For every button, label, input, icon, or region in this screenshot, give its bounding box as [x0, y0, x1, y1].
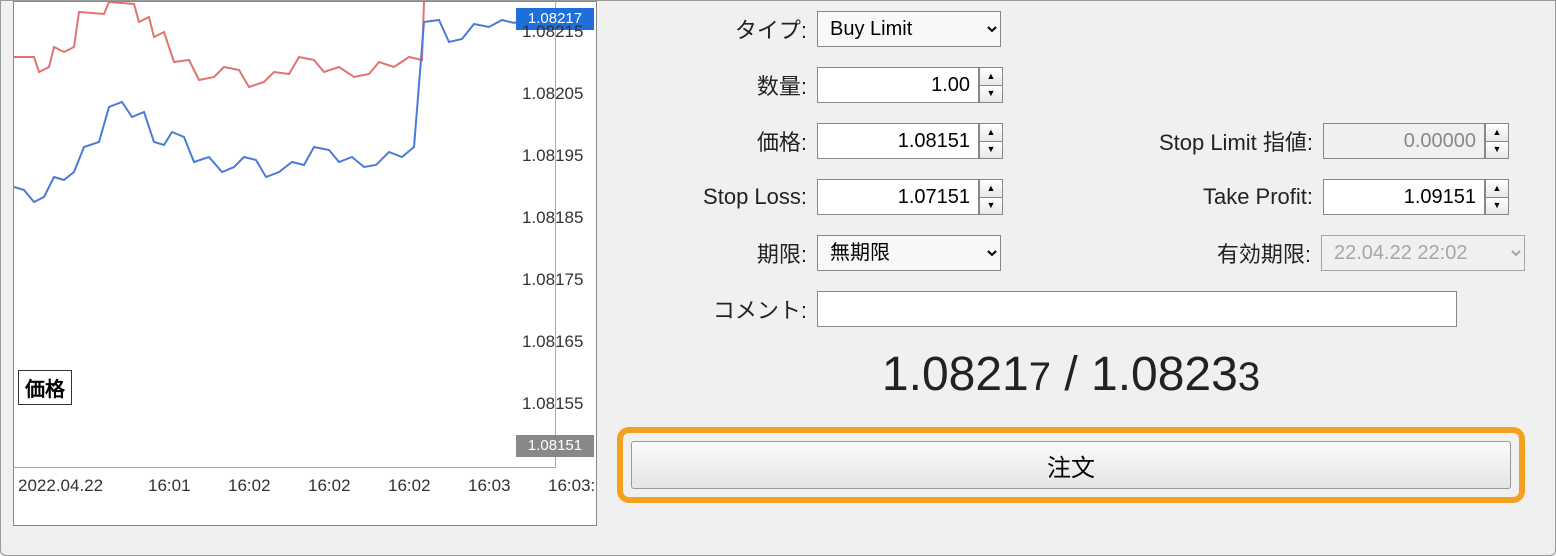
take-profit-label: Take Profit: — [1013, 184, 1313, 210]
x-tick: 16:02 — [308, 476, 351, 496]
bid-sub: 7 — [1029, 355, 1051, 399]
stop-limit-spinner: ▲ ▼ — [1485, 123, 1509, 159]
take-profit-spinner[interactable]: ▲ ▼ — [1485, 179, 1509, 215]
comment-input[interactable] — [817, 291, 1457, 327]
y-tick: 1.08195 — [522, 146, 583, 166]
stop-loss-spinner[interactable]: ▲ ▼ — [979, 179, 1003, 215]
y-tick: 1.08175 — [522, 270, 583, 290]
volume-label: 数量: — [617, 69, 807, 101]
y-tick: 1.08165 — [522, 332, 583, 352]
order-highlight: 注文 — [617, 427, 1525, 503]
expiry-select[interactable]: 無期限 — [817, 235, 1001, 271]
valid-until-select: 22.04.22 22:02 — [1321, 235, 1525, 271]
y-tick: 1.08205 — [522, 84, 583, 104]
y-tick: 1.08215 — [522, 22, 583, 42]
type-select[interactable]: Buy Limit — [817, 11, 1001, 47]
valid-until-label: 有効期限: — [1011, 237, 1311, 269]
stop-limit-input — [1323, 123, 1485, 159]
chart-svg — [14, 2, 556, 467]
x-tick: 16:03:28 — [548, 476, 597, 496]
spinner-up-icon: ▲ — [1486, 124, 1508, 142]
price-spinner[interactable]: ▲ ▼ — [979, 123, 1003, 159]
y-tick: 1.08155 — [522, 394, 583, 414]
spinner-up-icon[interactable]: ▲ — [1486, 180, 1508, 198]
ask-main: 1.0823 — [1091, 348, 1238, 401]
spinner-down-icon: ▼ — [1486, 142, 1508, 159]
x-tick: 16:03 — [468, 476, 511, 496]
type-label: タイプ: — [617, 13, 807, 45]
x-tick: 16:02 — [228, 476, 271, 496]
order-price-marker: 1.08151 — [516, 435, 594, 457]
price-label: 価格: — [617, 125, 807, 157]
price-chart[interactable]: 価格 1.08217 1.08215 1.08205 1.08195 1.081… — [13, 1, 597, 526]
stop-limit-label: Stop Limit 指値: — [1013, 125, 1313, 157]
volume-input[interactable] — [817, 67, 979, 103]
spinner-up-icon[interactable]: ▲ — [980, 180, 1002, 198]
order-button[interactable]: 注文 — [631, 441, 1511, 489]
x-tick: 2022.04.22 — [18, 476, 103, 496]
x-tick: 16:01 — [148, 476, 191, 496]
order-form: タイプ: Buy Limit 数量: ▲ ▼ 価格: ▲ ▼ — [597, 1, 1555, 555]
chart-x-axis: 2022.04.22 16:01 16:02 16:02 16:02 16:03… — [14, 467, 556, 525]
spinner-down-icon[interactable]: ▼ — [1486, 198, 1508, 215]
price-quote: 1.08217 / 1.08233 — [617, 347, 1525, 402]
ask-sub: 3 — [1238, 355, 1260, 399]
y-tick: 1.08185 — [522, 208, 583, 228]
chart-y-axis: 1.08217 1.08215 1.08205 1.08195 1.08185 … — [516, 2, 596, 467]
expiry-label: 期限: — [617, 237, 807, 269]
stop-loss-label: Stop Loss: — [617, 184, 807, 210]
bid-main: 1.0821 — [882, 348, 1029, 401]
spinner-down-icon[interactable]: ▼ — [980, 198, 1002, 215]
take-profit-input[interactable] — [1323, 179, 1485, 215]
quote-separator: / — [1051, 348, 1091, 401]
price-input[interactable] — [817, 123, 979, 159]
spinner-down-icon[interactable]: ▼ — [980, 142, 1002, 159]
spinner-up-icon[interactable]: ▲ — [980, 68, 1002, 86]
x-tick: 16:02 — [388, 476, 431, 496]
spinner-up-icon[interactable]: ▲ — [980, 124, 1002, 142]
comment-label: コメント: — [617, 293, 807, 325]
chart-panel: 価格 1.08217 1.08215 1.08205 1.08195 1.081… — [1, 1, 597, 555]
spinner-down-icon[interactable]: ▼ — [980, 86, 1002, 103]
price-box-label: 価格 — [18, 370, 72, 405]
volume-spinner[interactable]: ▲ ▼ — [979, 67, 1003, 103]
stop-loss-input[interactable] — [817, 179, 979, 215]
